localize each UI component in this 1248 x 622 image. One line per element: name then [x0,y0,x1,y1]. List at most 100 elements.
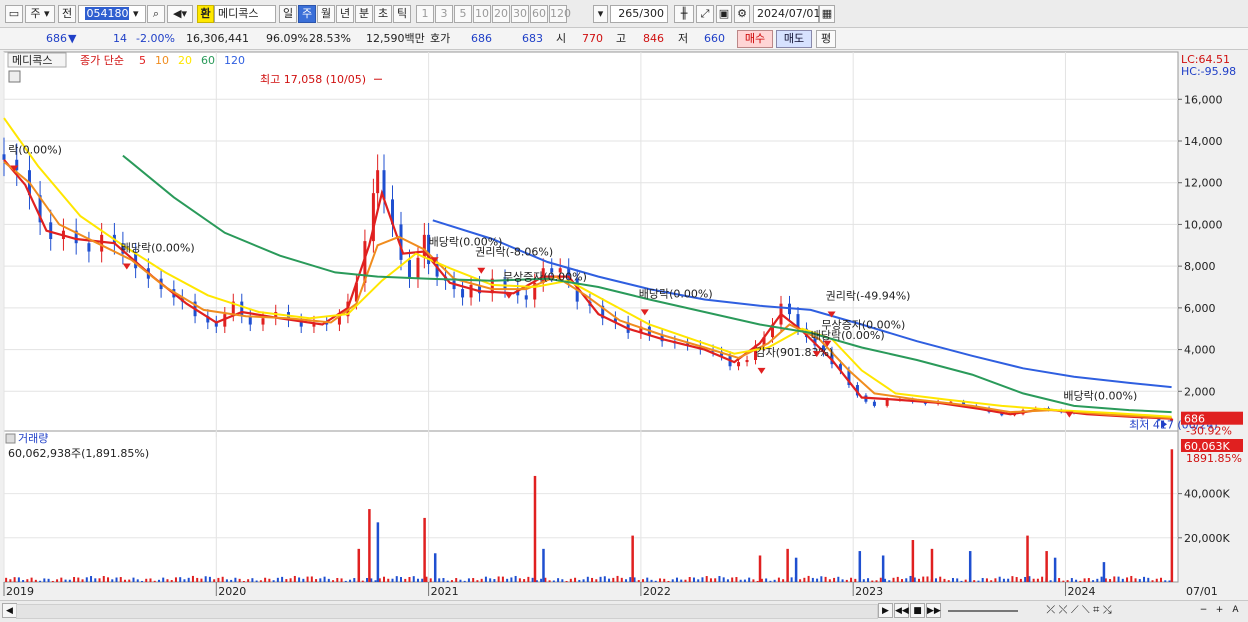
volume-bar [395,576,398,582]
annotation-label-1: 락(0.00%) [8,144,62,157]
bar-count-field[interactable]: 265/300 [610,5,668,23]
market-select[interactable]: 주 ▾ [25,5,55,23]
buy-button[interactable]: 매수 [737,30,773,48]
period-tab-2[interactable]: 월 [317,5,335,23]
zoom-slider[interactable] [948,610,1018,612]
font-size-icon[interactable]: A [1228,603,1243,618]
period-tab-6[interactable]: 틱 [393,5,411,23]
save-icon[interactable]: ▣ [716,5,732,23]
volume-bar [854,578,857,582]
date-field[interactable]: 2024/07/01 [753,5,820,23]
draw-tools-icon[interactable]: ⤫ ⤬ ⟋ ⟍ ⌗ ⤯ [1024,603,1134,618]
play-button[interactable]: ▶ [878,603,893,618]
candle-body [416,257,420,279]
period-tab-1[interactable]: 주 [298,5,316,23]
volume-bar [39,580,42,582]
volume-bar [892,577,895,582]
interval-dropdown[interactable]: ▾ [593,5,608,23]
interval-button-5[interactable]: 5 [454,5,472,23]
current-pct-tag: -30.92% [1186,425,1232,438]
volume-bar [281,576,284,582]
interval-button-60[interactable]: 60 [530,5,548,23]
volume-bar [208,576,211,582]
stock-chart[interactable]: 2,000 4,000 6,000 8,000 10,000 12,000 14,000 16… [0,50,1248,600]
prev-button[interactable]: 전 [58,5,76,23]
volume-bar [909,575,912,582]
stop-button[interactable]: ■ [910,603,925,618]
interval-button-20[interactable]: 20 [492,5,510,23]
eval-button[interactable]: 평 [816,30,836,48]
fast-forward-button[interactable]: ▶▶ [926,603,941,618]
period-tab-0[interactable]: 일 [279,5,297,23]
draw-tool-icon[interactable]: ⤢ [696,5,714,23]
volume-bar [302,578,305,582]
period-tab-3[interactable]: 년 [336,5,354,23]
volume-bar [527,576,530,582]
gear-icon[interactable]: ⚙ [734,5,750,23]
chart-scrollbar[interactable]: ◀ ▶ ◀◀ ■ ▶▶ ⤫ ⤬ ⟋ ⟍ ⌗ ⤯ − + A [0,600,1248,622]
volume-bar [871,580,874,582]
open-label: 시 [556,32,567,45]
sell-button[interactable]: 매도 [776,30,812,48]
volume-bar [1134,578,1137,582]
calendar-icon[interactable]: ▦ [819,5,835,23]
volume-bar [85,577,88,582]
volume-bar [1151,580,1154,582]
zoom-out-icon[interactable]: − [1196,603,1211,618]
volume-bar [30,577,33,582]
volume-bar [1070,578,1073,582]
volume-bar [289,578,292,582]
volume-bar [361,580,364,582]
stock-code-input[interactable]: 054180 ▾ [78,5,146,23]
scroll-left-button[interactable]: ◀ [2,603,17,618]
volume-bar [510,577,513,582]
interval-button-120[interactable]: 120 [549,5,571,23]
volume-bar [17,577,20,582]
interval-button-3[interactable]: 3 [435,5,453,23]
search-icon[interactable]: ⌕ [147,5,165,23]
scroll-track[interactable] [16,604,878,619]
price-tick-label: 6,000 [1184,302,1216,315]
stock-name-field[interactable]: 메디콕스 [214,5,276,23]
rewind-button[interactable]: ◀◀ [894,603,909,618]
volume-bar [264,577,267,582]
zoom-in-icon[interactable]: + [1212,603,1227,618]
legend-ma-10: 10 [155,54,169,67]
volume-bar [217,577,220,582]
volume-bar [675,577,678,582]
volume-bar [591,577,594,582]
volume-bar [765,578,768,582]
x-tick-label: 2021 [431,585,459,598]
volume-bar [837,576,840,582]
period-tab-4[interactable]: 분 [355,5,373,23]
speaker-icon[interactable]: ◀▾ [167,5,193,23]
volume-bar [620,577,623,582]
price-tick-label: 4,000 [1184,344,1216,357]
volume-spike-bar [368,509,371,582]
volume-bar [879,577,882,582]
volume-bar [625,579,628,582]
volume-bar [985,578,988,582]
bar-count-max: /300 [639,7,664,20]
volume-bar [612,577,615,582]
interval-button-1[interactable]: 1 [416,5,434,23]
volume-bar [875,580,878,582]
candle-body [100,234,104,252]
candle-type-icon[interactable]: ╫ [674,5,694,23]
legend-ma-60: 60 [201,54,215,67]
volume-bar [140,580,143,582]
volume-bar [905,578,908,582]
interval-button-10[interactable]: 10 [473,5,491,23]
volume-bar [213,579,216,582]
volume-spike-bar [631,535,634,582]
volume-bar [242,581,245,582]
interval-button-30[interactable]: 30 [511,5,529,23]
volume-bar [259,580,262,582]
window-icon[interactable]: ▭ [5,5,23,23]
period-tab-5[interactable]: 초 [374,5,392,23]
volume-current-pct: 1891.85% [1186,452,1242,465]
volume-bar [599,576,602,582]
volume-bar [145,578,148,582]
candle-body [524,295,528,300]
volume-bar [629,577,632,582]
